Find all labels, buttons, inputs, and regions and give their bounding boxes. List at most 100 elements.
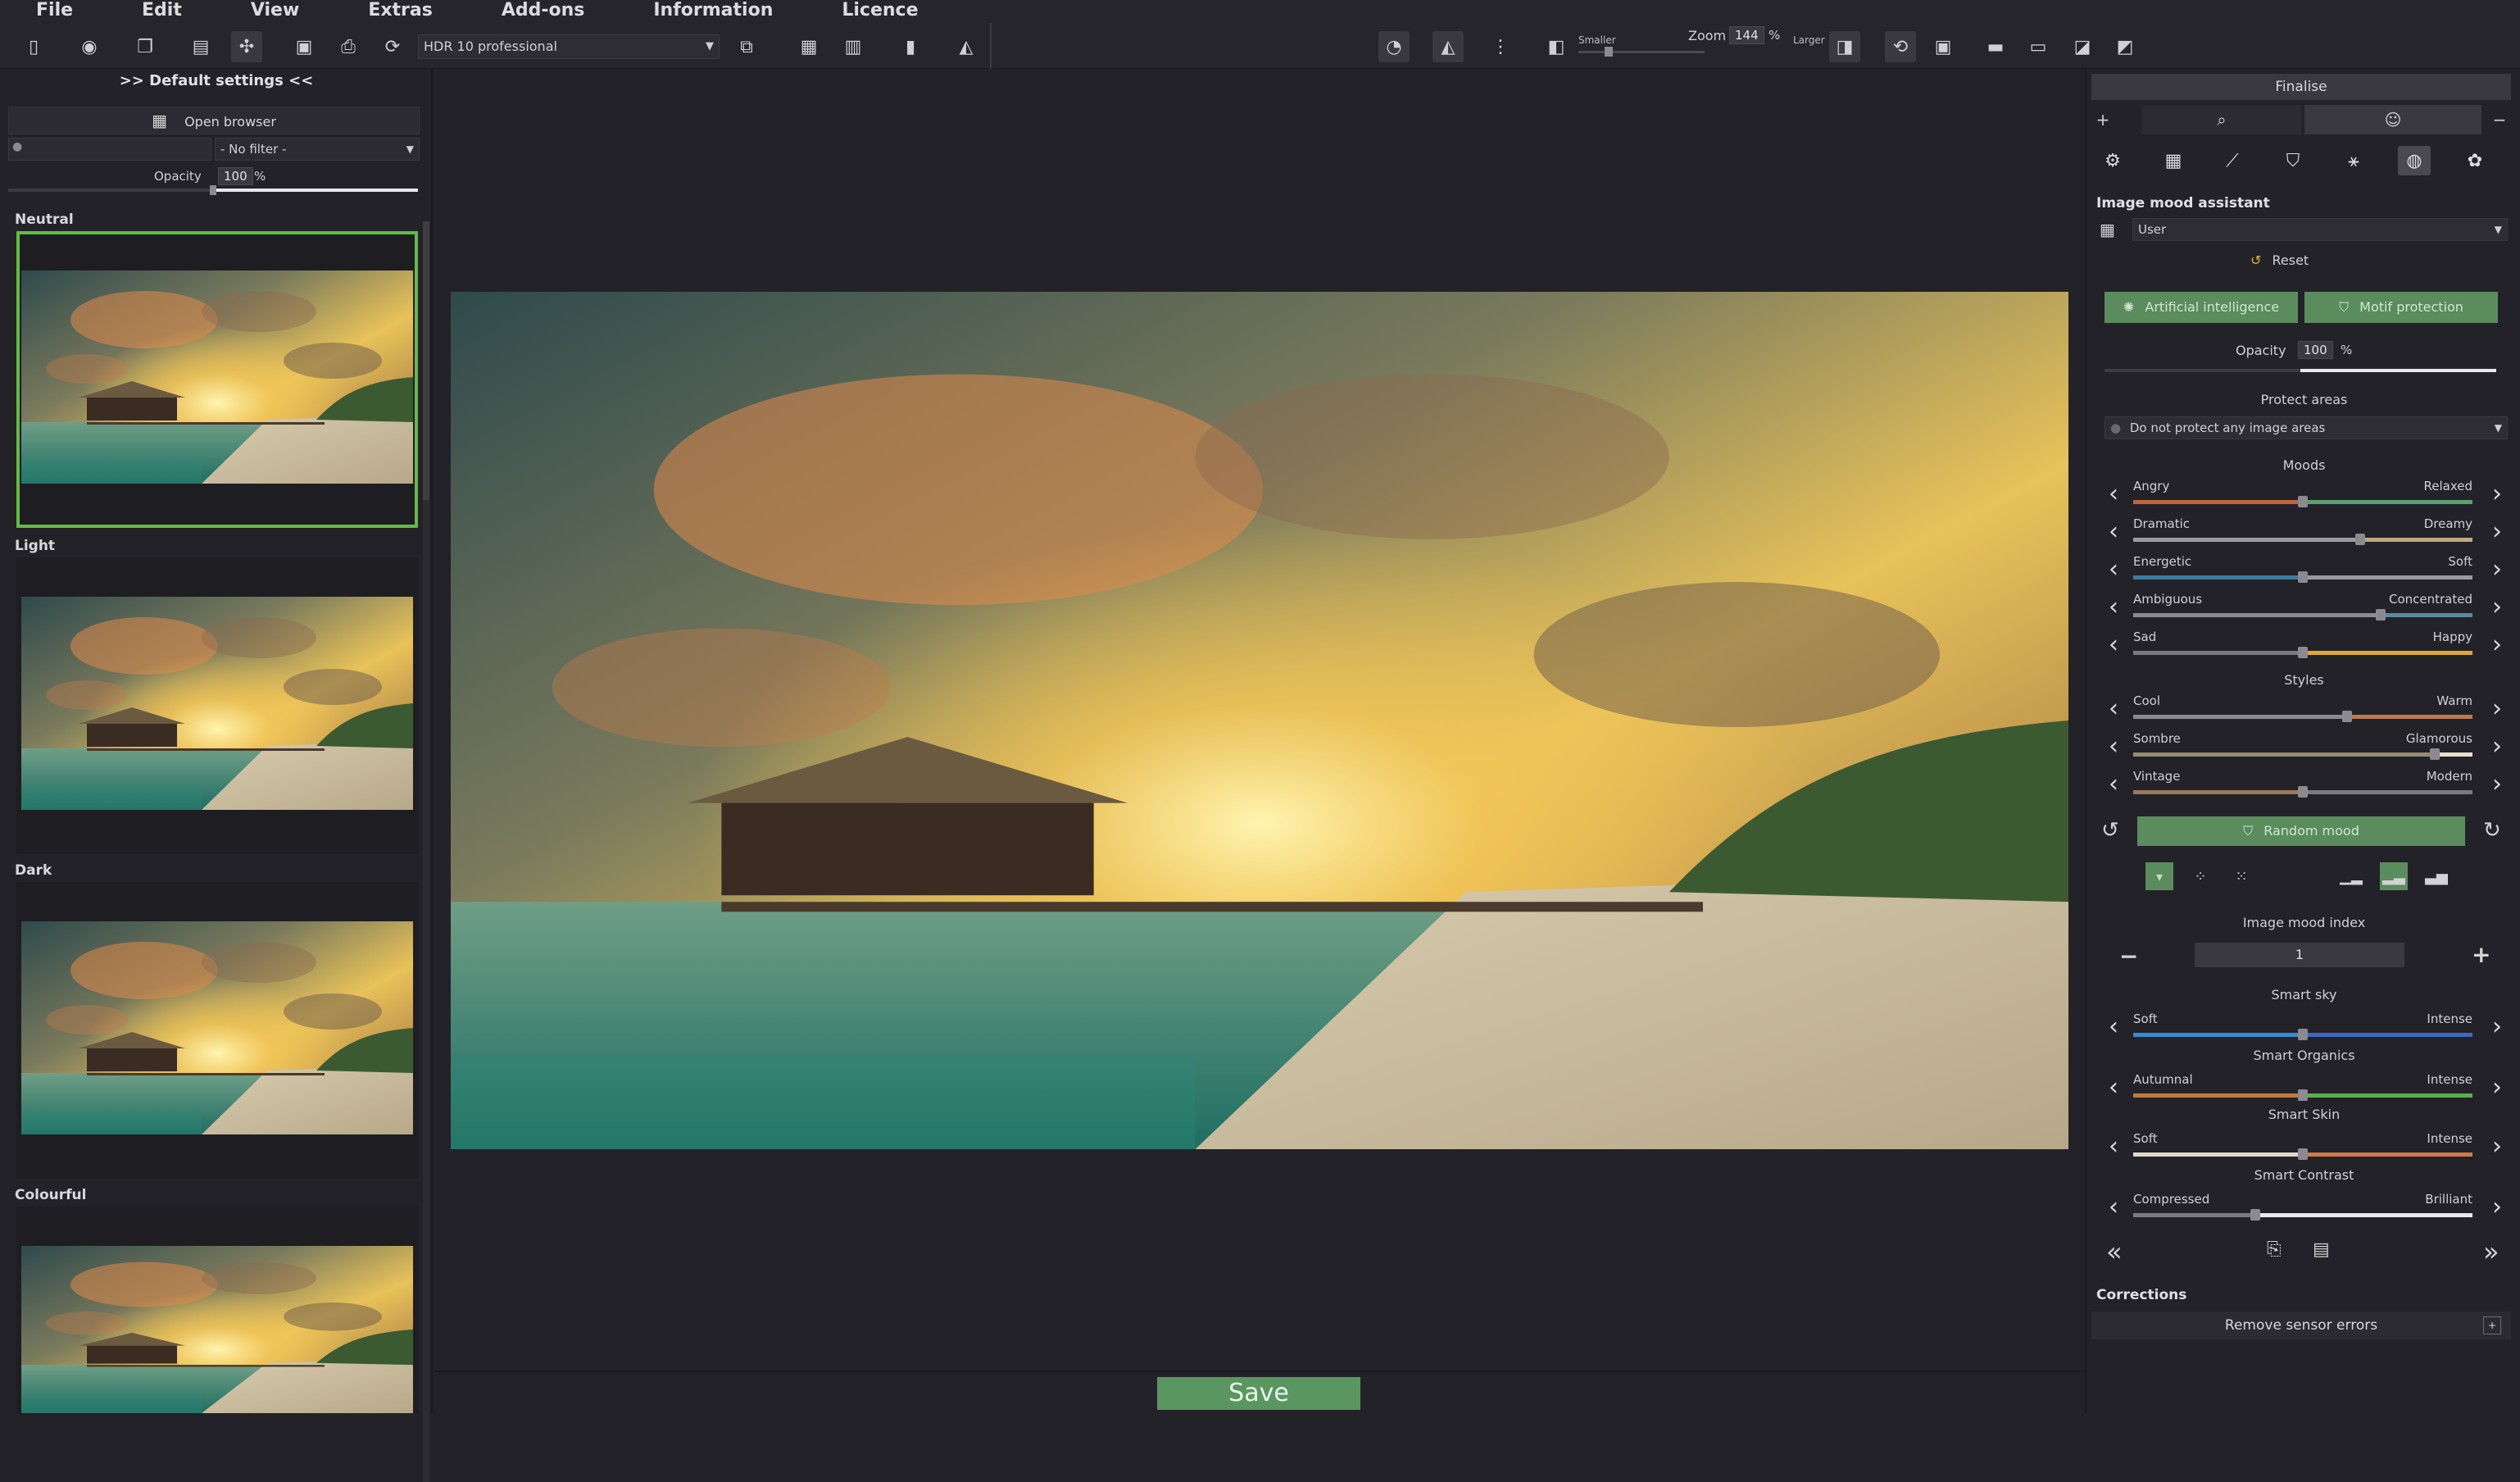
eye-icon[interactable]: ◔ [1378,31,1410,62]
slider-knob[interactable] [2298,647,2308,658]
chevron-right-icon[interactable]: › [2485,1013,2509,1041]
slider-track[interactable] [2133,1148,2472,1160]
slider-knob[interactable] [2298,1089,2308,1101]
chevron-right-icon[interactable]: › [2485,1133,2509,1161]
open-icon[interactable]: ◉ [74,31,105,62]
nodes-icon[interactable]: ⚹ [2337,146,2370,175]
panel-right-icon[interactable]: ◩ [2109,31,2141,62]
zoom-in-icon[interactable]: ◨ [1829,31,1860,62]
view-mode-2-icon[interactable]: ⁘ [2186,862,2214,890]
copy-icon[interactable]: ❐ [129,31,161,62]
slider-track[interactable] [2133,609,2472,621]
smiley-icon[interactable]: ☺ [2304,105,2481,134]
menu-licence[interactable]: Licence [806,0,951,23]
random-mood-button[interactable]: ⛉ Random mood [2137,816,2465,846]
plus-icon[interactable]: + [2472,941,2490,968]
slider-track[interactable] [2133,571,2472,583]
chevron-right-icon[interactable]: › [2485,480,2509,508]
chevron-right-icon[interactable]: › [2485,1193,2509,1221]
print-icon[interactable]: ⎙ [333,31,364,62]
strength-high-icon[interactable]: ▃▅ [2422,862,2450,890]
fullscreen-icon[interactable]: ▣ [1927,31,1959,62]
slider-knob[interactable] [2355,534,2366,545]
chevron-right-icon[interactable]: › [2485,1074,2509,1102]
protect-areas-select[interactable]: ● Do not protect any image areas ▼ [2105,416,2508,439]
slider-track[interactable] [2133,748,2472,760]
opacity-slider-knob[interactable] [210,185,216,195]
paste-settings-icon[interactable]: ▤ [2313,1239,2330,1260]
print-preview-icon[interactable]: ▥ [838,31,869,62]
preset-card-colourful[interactable] [16,1207,418,1413]
preset-card-neutral[interactable] [16,231,418,528]
split-view-icon[interactable]: ⋮ [1485,31,1516,62]
slider-track[interactable] [2133,1209,2472,1221]
remove-tab-icon[interactable]: − [2488,105,2511,134]
slider-knob[interactable] [2430,748,2441,760]
menu-addons[interactable]: Add-ons [465,0,618,23]
style-slider[interactable]: ‹ Sombre Glamorous › [2086,731,2520,764]
style-slider[interactable]: ‹ Cool Warm › [2086,693,2520,726]
compare-icon[interactable]: ◭ [1433,31,1464,62]
chevron-right-icon[interactable]: › [2485,556,2509,584]
undo-icon[interactable]: ↺ [2101,818,2119,843]
save-icon[interactable]: ▣ [288,31,320,62]
smart-skin-slider[interactable]: ‹ Soft Intense › [2086,1131,2520,1164]
chevron-left-icon[interactable]: ‹ [2101,593,2126,621]
slider-track[interactable] [2133,1029,2472,1040]
image-icon[interactable]: ▤ [185,31,216,62]
chevron-right-icon[interactable]: › [2485,518,2509,546]
slider-knob[interactable] [2250,1209,2261,1221]
slider-track[interactable] [2133,786,2472,798]
preset-list-scrollbar[interactable] [423,221,429,1482]
brush-icon[interactable]: ⟋ [2216,146,2249,175]
opacity-value[interactable]: 100 [218,167,253,185]
reset-button[interactable]: ↺ Reset [2250,252,2309,268]
histogram-icon[interactable]: ◭ [951,31,982,62]
slider-track[interactable] [2133,711,2472,722]
slider-track[interactable] [2133,534,2472,545]
rp-opacity-value[interactable]: 100 [2298,341,2333,359]
mood-slider[interactable]: ‹ Angry Relaxed › [2086,479,2520,511]
mood-slider[interactable]: ‹ Dramatic Dreamy › [2086,516,2520,549]
export-icon[interactable]: ▦ [793,31,824,62]
chevron-left-icon[interactable]: ‹ [2101,733,2126,761]
chevron-left-icon[interactable]: ‹ [2101,480,2126,508]
open-browser-button[interactable]: ▦ Open browser [8,107,420,134]
motif-protection-button[interactable]: ⛉ Motif protection [2304,292,2498,323]
strength-mid-icon[interactable]: ▂▃ [2380,862,2408,890]
zoom-slider[interactable] [1578,47,1705,57]
gear-icon[interactable]: ⚙ [2096,146,2129,175]
view-mode-1-icon[interactable]: ▾ [2145,862,2173,890]
panel-left-icon[interactable]: ◪ [2067,31,2098,62]
default-settings-header[interactable]: >> Default settings << [0,72,433,89]
layers-icon[interactable]: ⧉ [731,31,762,62]
redo-icon[interactable]: ↻ [2483,818,2501,843]
scrollbar-thumb[interactable] [423,221,429,500]
layout-b-icon[interactable]: ▭ [2023,31,2054,62]
save-button[interactable]: Save [1157,1377,1360,1410]
layout-a-icon[interactable]: ▬ [1980,31,2011,62]
rotate-icon[interactable]: ⟲ [1885,31,1916,62]
chevron-left-icon[interactable]: ‹ [2101,1193,2126,1221]
filter-select[interactable]: - No filter - ▼ [215,138,420,161]
slider-knob[interactable] [2341,711,2352,722]
slider-knob[interactable] [2376,609,2386,621]
settings-icon[interactable]: ✿ [2459,146,2491,175]
film-icon[interactable]: ▦ [2157,146,2190,175]
new-file-icon[interactable]: ▯ [18,31,49,62]
add-tab-icon[interactable]: + [2091,105,2114,134]
ai-button[interactable]: ✺ Artificial intelligence [2105,292,2298,323]
user-select[interactable]: User ▼ [2132,218,2508,241]
strength-low-icon[interactable]: ▁▂ [2337,862,2365,890]
main-image[interactable] [451,292,2068,1149]
chevron-right-icon[interactable]: › [2485,593,2509,621]
slider-knob[interactable] [2298,1148,2308,1160]
first-page-icon[interactable]: « [2106,1236,2123,1267]
remove-sensor-errors-button[interactable]: Remove sensor errors + [2091,1312,2511,1339]
preset-select[interactable]: HDR 10 professional ▼ [418,34,720,59]
chevron-left-icon[interactable]: ‹ [2101,771,2126,798]
smart-contrast-slider[interactable]: ‹ Compressed Brilliant › [2086,1192,2520,1225]
preset-search-input[interactable]: ● [8,138,211,161]
view-mode-3-icon[interactable]: ⁙ [2227,862,2255,890]
search-icon[interactable]: ⌕ [2142,105,2301,134]
